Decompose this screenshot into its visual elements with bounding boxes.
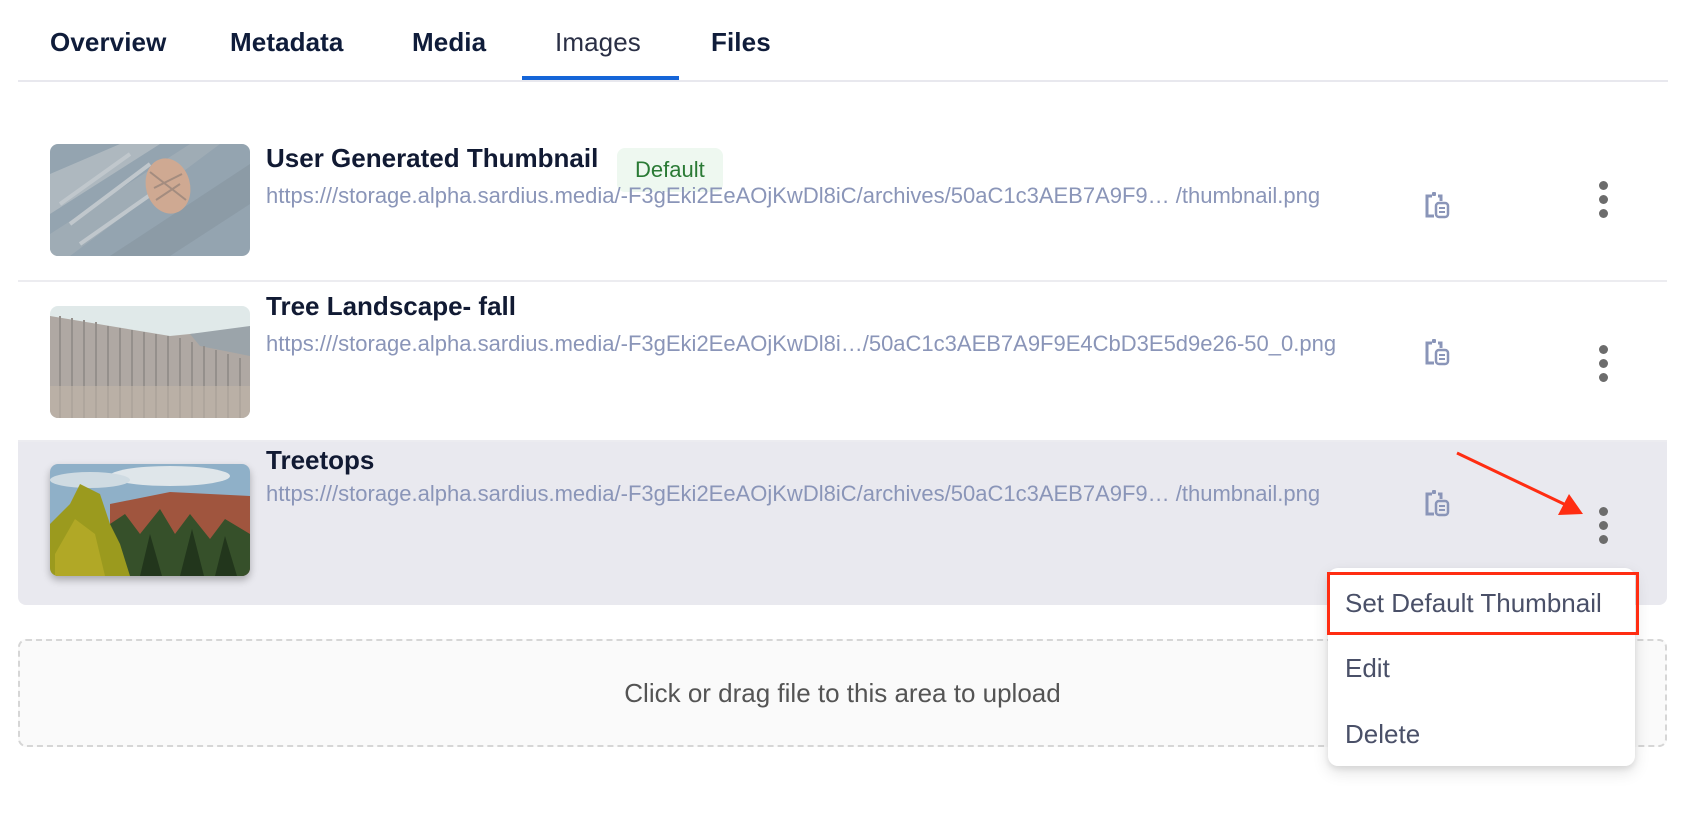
copy-clipboard-icon[interactable]	[1422, 339, 1452, 367]
image-list-item: Tree Landscape- fall https:///storage.al…	[18, 282, 1667, 442]
thumbnail-image[interactable]	[50, 144, 250, 256]
menu-item-edit[interactable]: Edit	[1328, 639, 1635, 697]
more-vertical-icon[interactable]	[1591, 344, 1615, 388]
copy-clipboard-icon[interactable]	[1422, 490, 1452, 518]
more-vertical-icon[interactable]	[1591, 180, 1615, 224]
tab-metadata[interactable]: Metadata	[230, 26, 344, 58]
image-list-item: User Generated Thumbnail Default https:/…	[18, 120, 1667, 282]
tab-media[interactable]: Media	[412, 26, 486, 58]
context-menu: Set Default Thumbnail Edit Delete	[1328, 568, 1635, 766]
image-url: https:///storage.alpha.sardius.media/-F3…	[266, 331, 1337, 356]
active-tab-indicator	[522, 76, 679, 80]
image-title: Tree Landscape- fall	[266, 291, 516, 321]
image-url: https:///storage.alpha.sardius.media/-F3…	[266, 481, 1321, 506]
more-vertical-icon[interactable]	[1591, 506, 1615, 550]
tab-bar: Overview Metadata Media Images Files	[18, 0, 1668, 82]
copy-clipboard-icon[interactable]	[1422, 192, 1452, 220]
tab-overview[interactable]: Overview	[50, 26, 166, 58]
thumbnail-image[interactable]	[50, 464, 250, 576]
image-url: https:///storage.alpha.sardius.media/-F3…	[266, 183, 1321, 208]
menu-item-delete[interactable]: Delete	[1328, 705, 1635, 763]
image-title: User Generated Thumbnail	[266, 143, 599, 173]
tab-files[interactable]: Files	[711, 26, 771, 58]
image-title: Treetops	[266, 445, 375, 475]
tab-images[interactable]: Images	[555, 26, 641, 58]
thumbnail-image[interactable]	[50, 306, 250, 418]
menu-item-set-default-thumbnail[interactable]: Set Default Thumbnail	[1328, 574, 1635, 632]
